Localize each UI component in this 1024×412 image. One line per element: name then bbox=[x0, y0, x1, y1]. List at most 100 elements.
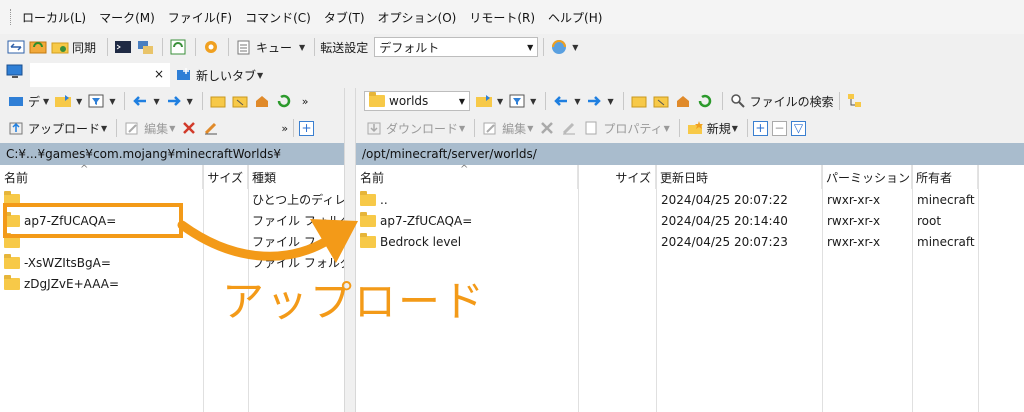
chevron-down-icon[interactable]: ▼ bbox=[153, 97, 159, 106]
edit-button[interactable]: 編集 bbox=[502, 120, 526, 137]
close-icon[interactable]: × bbox=[154, 67, 164, 81]
console-icon[interactable] bbox=[113, 38, 133, 56]
chevron-down-icon[interactable]: ▼ bbox=[43, 97, 49, 106]
root-folder-icon[interactable] bbox=[651, 92, 671, 110]
open-folder-icon[interactable] bbox=[53, 92, 73, 110]
toolbar-separator bbox=[195, 38, 197, 56]
tree-toggle-icon[interactable] bbox=[845, 92, 865, 110]
back-arrow-icon[interactable] bbox=[551, 92, 571, 110]
menu-options[interactable]: オプション(O) bbox=[374, 9, 461, 26]
column-header-owner[interactable]: 所有者 bbox=[912, 165, 978, 189]
new-item-plus-icon[interactable]: + bbox=[299, 120, 315, 136]
refresh-icon[interactable] bbox=[274, 92, 294, 110]
compare-icon[interactable] bbox=[6, 38, 26, 56]
forward-arrow-icon[interactable] bbox=[164, 92, 184, 110]
refresh-queue-icon[interactable] bbox=[168, 38, 188, 56]
local-path-bar[interactable]: C:¥...¥games¥com.mojang¥minecraftWorlds¥ bbox=[0, 143, 344, 165]
overflow-chevron-icon[interactable]: » bbox=[302, 95, 309, 108]
edit-button[interactable]: 編集 bbox=[144, 120, 168, 137]
refresh-icon[interactable] bbox=[695, 92, 715, 110]
edit-icon[interactable] bbox=[122, 119, 142, 137]
edit-icon[interactable] bbox=[480, 119, 500, 137]
chevron-down-icon[interactable]: ▼ bbox=[574, 97, 580, 106]
putty-icon[interactable] bbox=[135, 38, 155, 56]
rename-icon[interactable] bbox=[201, 119, 221, 137]
new-tab[interactable]: 新しいタブ ▼ bbox=[174, 63, 274, 87]
chevron-down-icon[interactable]: ▼ bbox=[299, 43, 305, 52]
queue-icon[interactable] bbox=[234, 38, 254, 56]
chevron-down-icon[interactable]: ▼ bbox=[101, 124, 107, 133]
download-button[interactable]: ダウンロード bbox=[386, 120, 458, 137]
column-header-name[interactable]: 名前 ^ bbox=[356, 164, 578, 189]
parent-folder-icon[interactable] bbox=[629, 92, 649, 110]
toolbar-separator bbox=[124, 92, 126, 110]
download-icon[interactable] bbox=[364, 119, 384, 137]
menu-local[interactable]: ローカル(L) bbox=[18, 9, 90, 26]
menu-bar: ローカル(L) マーク(M) ファイル(F) コマンド(C) タブ(T) オプシ… bbox=[0, 0, 1024, 34]
root-folder-icon[interactable] bbox=[230, 92, 250, 110]
properties-button[interactable]: プロパティ bbox=[603, 120, 662, 137]
chevron-down-icon[interactable]: ▼ bbox=[109, 97, 115, 106]
gear-icon[interactable] bbox=[201, 38, 221, 56]
home-icon[interactable] bbox=[673, 92, 693, 110]
delete-icon[interactable] bbox=[537, 119, 557, 137]
new-button[interactable]: 新規 bbox=[707, 120, 731, 137]
new-folder-icon[interactable] bbox=[685, 119, 705, 137]
column-header-size[interactable]: サイズ bbox=[203, 165, 248, 189]
chevron-down-icon[interactable]: ▼ bbox=[187, 97, 193, 106]
parent-folder-icon[interactable] bbox=[208, 92, 228, 110]
upload-button[interactable]: アップロード bbox=[28, 120, 100, 137]
back-arrow-icon[interactable] bbox=[130, 92, 150, 110]
chevron-down-icon[interactable]: ▼ bbox=[732, 124, 738, 133]
filter-funnel-icon[interactable]: ▽ bbox=[790, 120, 806, 136]
remote-folder-select[interactable]: worlds ▼ bbox=[364, 91, 470, 111]
table-row[interactable]: .. 2024/04/25 20:07:22 rwxr-xr-x minecra… bbox=[356, 189, 1024, 210]
chevron-down-icon[interactable]: ▼ bbox=[257, 71, 263, 80]
sync-button[interactable]: 同期 bbox=[72, 39, 96, 56]
sync-folder-icon[interactable] bbox=[50, 38, 70, 56]
chevron-down-icon[interactable]: ▼ bbox=[459, 124, 465, 133]
plus-icon[interactable]: + bbox=[752, 120, 768, 136]
forward-arrow-icon[interactable] bbox=[584, 92, 604, 110]
chevron-down-icon[interactable]: ▼ bbox=[76, 97, 82, 106]
filter-icon[interactable] bbox=[86, 92, 106, 110]
chevron-down-icon[interactable]: ▼ bbox=[572, 43, 578, 52]
menu-file[interactable]: ファイル(F) bbox=[164, 9, 236, 26]
column-header-permissions[interactable]: パーミッション bbox=[822, 165, 912, 189]
session-tab[interactable]: × bbox=[30, 63, 170, 87]
find-files-icon[interactable] bbox=[728, 92, 748, 110]
globe-sync-icon[interactable] bbox=[549, 38, 569, 56]
rename-icon[interactable] bbox=[559, 119, 579, 137]
menu-mark[interactable]: マーク(M) bbox=[95, 9, 159, 26]
open-folder-icon[interactable] bbox=[474, 92, 494, 110]
upload-icon[interactable] bbox=[6, 119, 26, 137]
chevron-down-icon[interactable]: ▼ bbox=[664, 124, 670, 133]
column-header-size[interactable]: サイズ bbox=[578, 165, 656, 189]
column-header-type[interactable]: 種類 bbox=[248, 165, 344, 189]
filter-icon[interactable] bbox=[507, 92, 527, 110]
remote-path-bar[interactable]: /opt/minecraft/server/worlds/ bbox=[356, 143, 1024, 165]
chevron-down-icon[interactable]: ▼ bbox=[607, 97, 613, 106]
delete-icon[interactable] bbox=[179, 119, 199, 137]
column-header-name[interactable]: 名前 ^ bbox=[0, 164, 203, 189]
chevron-down-icon[interactable]: ▼ bbox=[497, 97, 503, 106]
local-drive-select[interactable]: デ bbox=[28, 93, 40, 110]
overflow-chevron-icon[interactable]: » bbox=[281, 122, 288, 135]
minus-icon[interactable]: − bbox=[771, 120, 787, 136]
find-files-button[interactable]: ファイルの検索 bbox=[750, 93, 834, 110]
chevron-down-icon[interactable]: ▼ bbox=[169, 124, 175, 133]
menu-remote[interactable]: リモート(R) bbox=[465, 9, 539, 26]
transfer-profile-select[interactable]: デフォルト ▼ bbox=[374, 37, 539, 57]
menu-tab[interactable]: タブ(T) bbox=[320, 9, 369, 26]
chevron-down-icon[interactable]: ▼ bbox=[527, 124, 533, 133]
menu-help[interactable]: ヘルプ(H) bbox=[544, 9, 606, 26]
column-header-modified[interactable]: 更新日時 bbox=[656, 165, 822, 189]
menu-command[interactable]: コマンド(C) bbox=[241, 9, 315, 26]
properties-icon[interactable] bbox=[581, 119, 601, 137]
home-icon[interactable] bbox=[252, 92, 272, 110]
queue-button[interactable]: キュー bbox=[256, 39, 292, 56]
table-row[interactable]: Bedrock level 2024/04/25 20:07:23 rwxr-x… bbox=[356, 231, 1024, 252]
chevron-down-icon[interactable]: ▼ bbox=[530, 97, 536, 106]
synchronize-icon[interactable] bbox=[28, 38, 48, 56]
table-row[interactable]: ap7-ZfUCAQA= 2024/04/25 20:14:40 rwxr-xr… bbox=[356, 210, 1024, 231]
